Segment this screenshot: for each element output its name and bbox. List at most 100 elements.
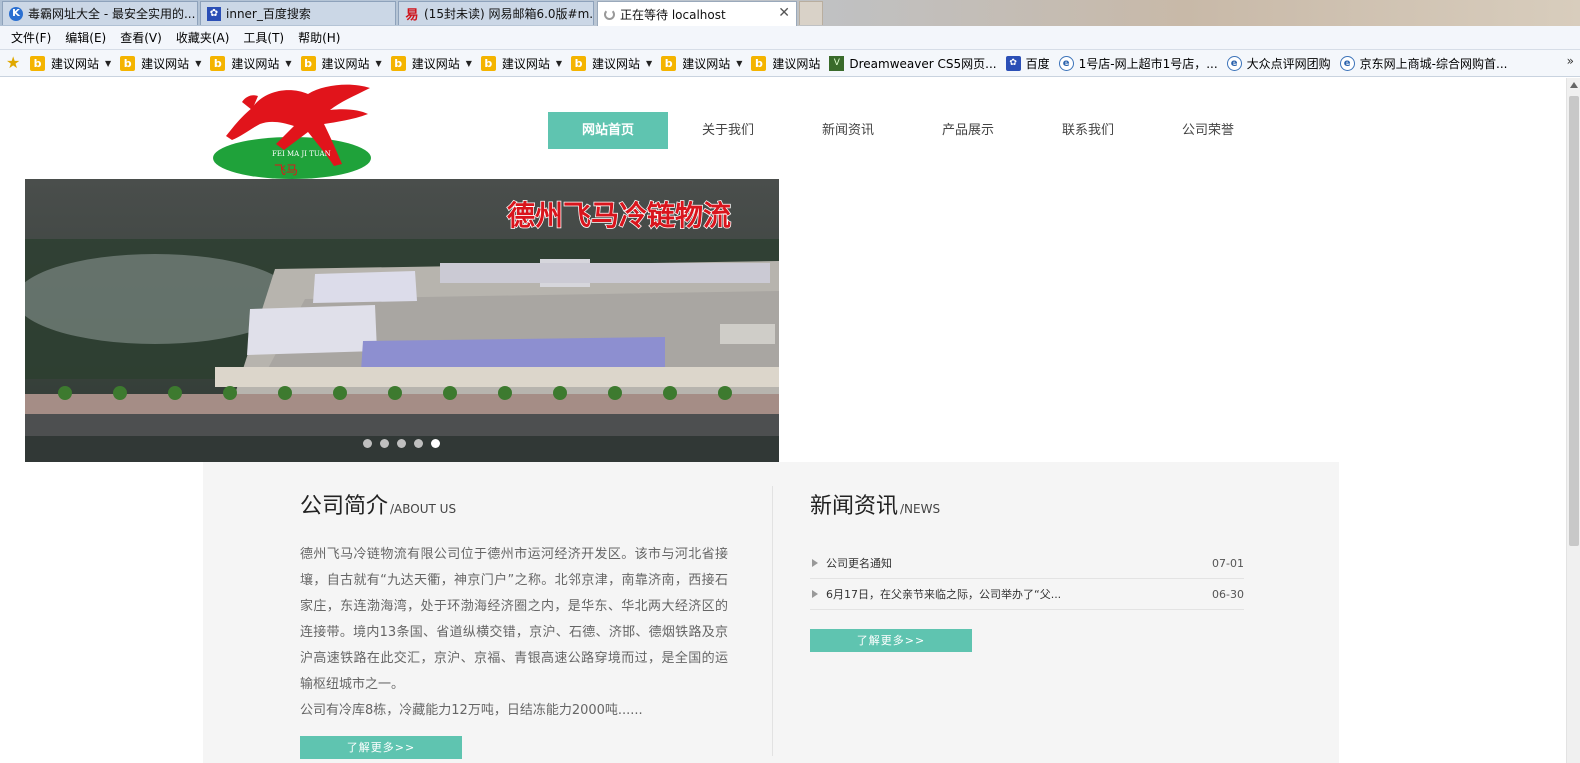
bing-icon: b — [300, 55, 316, 71]
about-text-2: 公司有冷库8栋，冷藏能力12万吨，日结冻能力2000吨...... — [300, 703, 643, 718]
fav-suggested-sites[interactable]: b 建议网站 ▼ — [661, 55, 742, 72]
nav-about[interactable]: 关于我们 — [668, 112, 788, 149]
news-more-button[interactable]: 了解更多>> — [810, 629, 972, 652]
menu-help[interactable]: 帮助(H) — [291, 29, 347, 46]
chevron-down-icon: ▼ — [375, 58, 382, 68]
fav-suggested-sites[interactable]: b 建议网站 ▼ — [480, 55, 563, 72]
baidu-paw-icon: ✿ — [1005, 55, 1021, 71]
fav-suggested-sites[interactable]: b 建议网站 ▼ — [300, 55, 382, 72]
news-item-date: 06-30 — [1212, 587, 1244, 601]
news-item-title[interactable]: 公司更名通知 — [826, 555, 1194, 571]
chevron-down-icon: ▼ — [105, 58, 112, 68]
bing-icon: b — [210, 55, 226, 71]
bing-icon: b — [120, 55, 136, 71]
bing-icon: b — [480, 55, 496, 71]
news-subtitle: /NEWS — [900, 502, 941, 516]
fav-dreamweaver[interactable]: V Dreamweaver CS5网页... — [829, 55, 997, 72]
fav-suggested-sites[interactable]: b 建议网站 ▼ — [390, 55, 472, 72]
menu-favorites[interactable]: 收藏夹(A) — [169, 29, 237, 46]
content-section: 公司简介/ABOUT US 德州飞马冷链物流有限公司位于德州市运河经济开发区。该… — [203, 462, 1339, 763]
tab-baidu-search[interactable]: ✿ inner_百度搜索 — [200, 1, 396, 25]
triangle-right-icon — [812, 590, 818, 598]
about-more-button[interactable]: 了解更多>> — [300, 736, 462, 759]
menu-file[interactable]: 文件(F) — [4, 29, 58, 46]
fav-dianping[interactable]: e 大众点评网团购 — [1226, 55, 1331, 72]
chevron-down-icon: ▼ — [646, 58, 653, 68]
tab-label: 毒霸网址大全 - 最安全实用的... — [28, 7, 196, 21]
slider-dots — [363, 439, 448, 448]
fav-suggested-sites[interactable]: b 建议网站 ▼ — [210, 55, 292, 72]
slider-dot[interactable] — [363, 439, 372, 448]
nav-contact[interactable]: 联系我们 — [1028, 112, 1148, 149]
chevron-right-icon[interactable]: » — [1567, 54, 1574, 68]
news-title: 新闻资讯 — [810, 494, 899, 519]
about-text: 德州飞马冷链物流有限公司位于德州市运河经济开发区。该市与河北省接壤，自古就有“九… — [300, 547, 728, 692]
fav-suggested-sites[interactable]: b 建议网站 ▼ — [120, 55, 201, 72]
favorites-star-icon[interactable]: ★ — [6, 54, 24, 72]
about-title: 公司简介 — [300, 494, 389, 519]
fav-suggested-sites[interactable]: b 建议网站 ▼ — [571, 55, 652, 72]
slider-dot[interactable] — [380, 439, 389, 448]
menu-bar: 文件(F) 编辑(E) 查看(V) 收藏夹(A) 工具(T) 帮助(H) — [0, 26, 1580, 50]
tab-localhost[interactable]: 正在等待 localhost ✕ — [597, 1, 797, 26]
slider-dot-active[interactable] — [431, 439, 440, 448]
menu-edit[interactable]: 编辑(E) — [58, 29, 113, 46]
ie-page-icon: e — [1226, 55, 1242, 71]
hero-banner[interactable]: 德州飞马冷链物流 — [25, 179, 779, 462]
fav-yhd[interactable]: e 1号店-网上超市1号店，... — [1058, 55, 1218, 72]
logo-mark: 飞马 — [274, 163, 298, 177]
slider-dot[interactable] — [397, 439, 406, 448]
news-item[interactable]: 6月17日，在父亲节来临之际，公司举办了“父... 06-30 — [810, 579, 1244, 610]
bing-icon: b — [390, 55, 406, 71]
tab-close-icon[interactable]: ✕ — [778, 5, 790, 21]
new-tab-button[interactable] — [799, 1, 823, 25]
scroll-up-icon[interactable] — [1570, 82, 1578, 88]
scrollbar-thumb[interactable] — [1569, 96, 1579, 546]
fav-suggested-sites[interactable]: b 建议网站 ▼ — [30, 55, 111, 72]
nav-products[interactable]: 产品展示 — [908, 112, 1028, 149]
nav-news[interactable]: 新闻资讯 — [788, 112, 908, 149]
slider-dot[interactable] — [414, 439, 423, 448]
dreamweaver-icon: V — [829, 55, 845, 71]
banner-image: 德州飞马冷链物流 — [25, 179, 779, 462]
bing-icon: b — [571, 55, 587, 71]
chevron-down-icon: ▼ — [195, 58, 202, 68]
tab-duba[interactable]: K 毒霸网址大全 - 最安全实用的... — [2, 1, 198, 25]
main-nav: 网站首页 关于我们 新闻资讯 产品展示 联系我们 公司荣誉 — [548, 112, 1268, 149]
favorites-bar: ★ b 建议网站 ▼ b 建议网站 ▼ b 建议网站 ▼ b 建议网站 ▼ b 建议网站 ▼ b 建议… — [0, 50, 1580, 77]
loading-icon — [604, 8, 615, 20]
news-list: 公司更名通知 07-01 6月17日，在父亲节来临之际，公司举办了“父... 0… — [810, 548, 1244, 610]
site-logo[interactable]: FEI MA JI TUAN 飞马 — [212, 80, 372, 180]
fav-baidu[interactable]: ✿ 百度 — [1005, 55, 1050, 72]
tab-netease-mail[interactable]: 易 (15封未读) 网易邮箱6.0版#m... — [398, 1, 594, 25]
netease-mail-icon: 易 — [405, 8, 419, 23]
ie-page-icon: e — [1339, 55, 1355, 71]
news-item-date: 07-01 — [1212, 556, 1244, 570]
news-item[interactable]: 公司更名通知 07-01 — [810, 548, 1244, 579]
vertical-scrollbar[interactable] — [1566, 78, 1580, 763]
about-subtitle: /ABOUT US — [390, 502, 457, 516]
k-browser-icon: K — [9, 6, 23, 21]
logo-text: FEI MA JI TUAN — [272, 150, 331, 158]
nav-home[interactable]: 网站首页 — [548, 112, 668, 149]
column-divider — [772, 486, 773, 756]
menu-tools[interactable]: 工具(T) — [236, 29, 291, 46]
tab-label: inner_百度搜索 — [226, 7, 311, 21]
bing-icon: b — [661, 55, 677, 71]
about-section: 公司简介/ABOUT US 德州飞马冷链物流有限公司位于德州市运河经济开发区。该… — [300, 488, 728, 759]
news-item-title[interactable]: 6月17日，在父亲节来临之际，公司举办了“父... — [826, 586, 1194, 602]
chevron-down-icon: ▼ — [285, 58, 292, 68]
banner-headline: 德州飞马冷链物流 — [507, 199, 731, 232]
menu-view[interactable]: 查看(V) — [113, 29, 169, 46]
triangle-right-icon — [812, 559, 818, 567]
fav-suggested-sites[interactable]: b 建议网站 — [751, 55, 820, 72]
nav-honors[interactable]: 公司荣誉 — [1148, 112, 1268, 149]
chevron-down-icon: ▼ — [736, 58, 743, 68]
tab-label: 正在等待 localhost — [620, 7, 726, 22]
fav-jd[interactable]: e 京东网上商城-综合网购首... — [1339, 55, 1507, 72]
bing-icon: b — [30, 55, 45, 71]
bing-icon: b — [751, 55, 767, 71]
baidu-paw-icon: ✿ — [207, 6, 221, 21]
news-section: 新闻资讯/NEWS 公司更名通知 07-01 6月17日，在父亲节来临之际，公司… — [810, 488, 1244, 652]
chevron-down-icon: ▼ — [555, 58, 563, 68]
